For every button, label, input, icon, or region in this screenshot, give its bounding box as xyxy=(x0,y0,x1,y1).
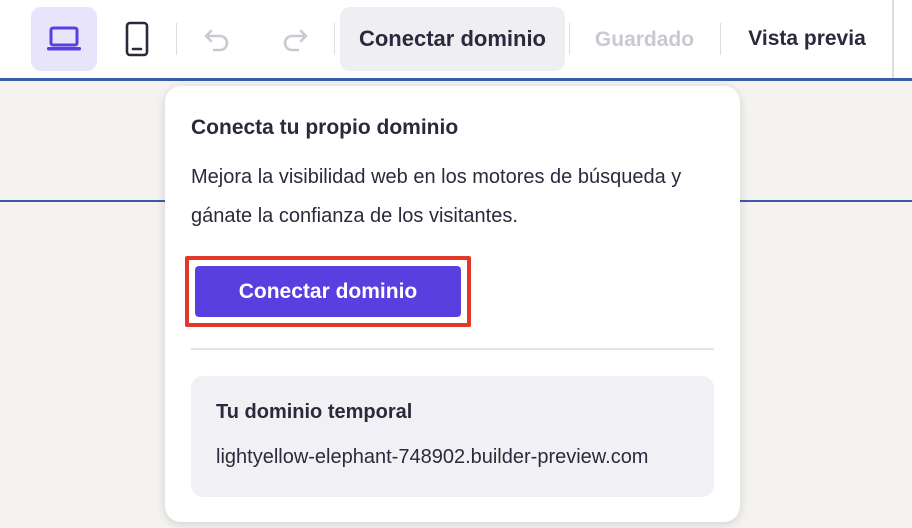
top-toolbar: Conectar dominio Guardado Vista previa xyxy=(0,0,912,80)
temporary-domain-card: Tu dominio temporal lightyellow-elephant… xyxy=(191,376,714,497)
connect-domain-popover: Conecta tu propio dominio Mejora la visi… xyxy=(165,86,740,522)
connect-domain-button[interactable]: Conectar dominio xyxy=(195,266,461,317)
mobile-view-button[interactable] xyxy=(104,7,170,71)
popover-divider xyxy=(191,348,714,350)
undo-button[interactable] xyxy=(186,7,248,71)
toolbar-divider xyxy=(569,23,570,55)
laptop-icon xyxy=(47,26,81,51)
preview-button[interactable]: Vista previa xyxy=(728,7,886,71)
saved-status: Guardado xyxy=(594,28,695,51)
redo-button[interactable] xyxy=(264,7,326,71)
temporary-domain-title: Tu dominio temporal xyxy=(216,401,413,423)
connect-domain-toolbar-label: Conectar dominio xyxy=(358,26,546,51)
mobile-icon xyxy=(125,21,149,57)
popover-description: Mejora la visibilidad web en los motores… xyxy=(191,166,682,227)
undo-icon xyxy=(204,29,229,52)
connect-domain-toolbar-button[interactable]: Conectar dominio xyxy=(340,7,565,71)
toolbar-edge-divider xyxy=(892,0,894,78)
desktop-view-button[interactable] xyxy=(31,7,97,71)
popover-title: Conecta tu propio dominio xyxy=(191,116,459,139)
preview-button-label: Vista previa xyxy=(748,27,866,50)
toolbar-divider xyxy=(176,23,177,55)
toolbar-divider xyxy=(334,23,335,55)
redo-icon xyxy=(283,29,308,52)
cta-highlight-frame: Conectar dominio xyxy=(185,256,471,327)
toolbar-divider xyxy=(720,23,721,55)
toolbar-underline xyxy=(0,78,912,81)
temporary-domain-url[interactable]: lightyellow-elephant-748902.builder-prev… xyxy=(216,446,696,469)
